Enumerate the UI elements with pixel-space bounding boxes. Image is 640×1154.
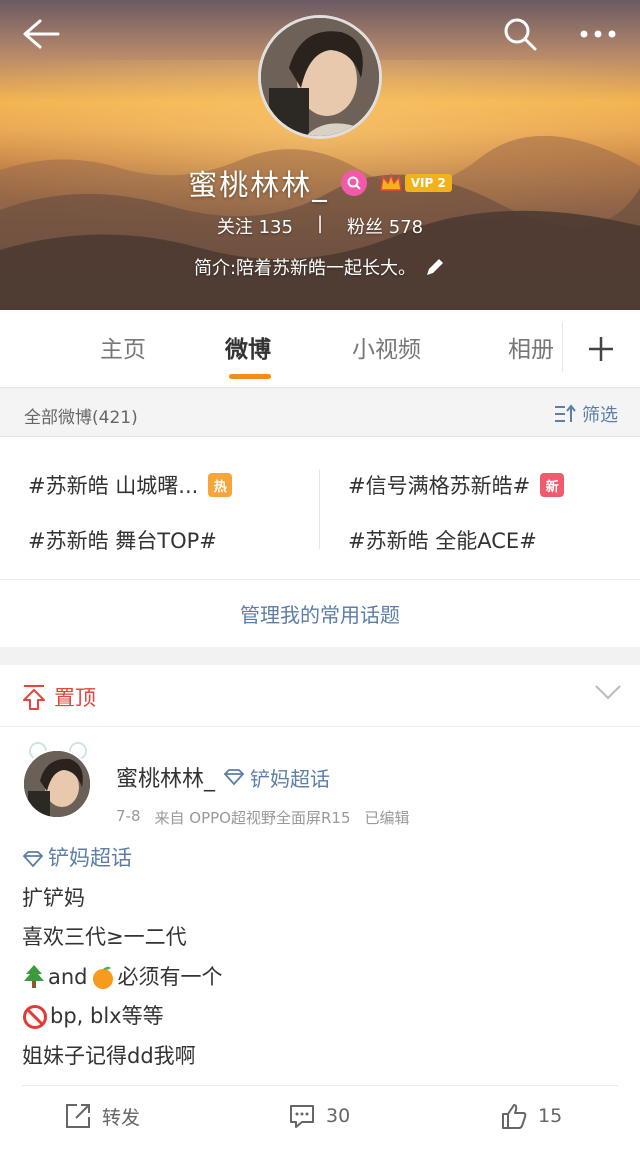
profile-bio: 简介:陪着苏新皓一起长大。 <box>193 258 417 279</box>
tab-weibo[interactable]: 微博 <box>225 330 271 364</box>
all-weibo-count[interactable]: 全部微博(421) <box>24 403 138 428</box>
post-line: bp, blx等等 <box>22 997 622 1037</box>
verify-search-icon[interactable] <box>340 170 367 196</box>
follow-separator: | <box>316 213 324 234</box>
diamond-icon <box>223 769 245 786</box>
comment-button[interactable]: 30 <box>288 1102 350 1130</box>
add-tab-button[interactable] <box>580 328 622 370</box>
pinned-label: 置顶 <box>54 686 96 710</box>
filter-icon <box>555 404 576 422</box>
more-button[interactable] <box>576 12 620 56</box>
manage-topics-link[interactable]: 管理我的常用话题 <box>0 579 640 647</box>
like-count: 15 <box>538 1105 563 1127</box>
filter-label: 筛选 <box>582 405 618 426</box>
active-tab-indicator <box>229 374 271 379</box>
post-line: 姐妹子记得dd我啊 <box>22 1043 196 1068</box>
avatar-photo <box>24 751 90 817</box>
body-supertopic-link[interactable]: 铲妈超话 <box>22 839 622 879</box>
post-edited: 已编辑 <box>364 809 410 827</box>
common-topics: #苏新皓 山城曙... 热 #信号满格苏新皓# 新 #苏新皓 舞台TOP# #苏… <box>0 437 640 579</box>
vip-level: VIP 2 <box>404 174 452 192</box>
repost-button[interactable]: 转发 <box>64 1102 140 1130</box>
post-card: 蜜桃林林_ 铲妈超话 7-8 来自 OPPO超视野全面屏R15 已编辑 铲妈超话… <box>0 727 640 1154</box>
like-button[interactable]: 15 <box>500 1102 562 1130</box>
pin-top-icon <box>23 685 45 710</box>
plus-icon <box>589 337 613 361</box>
post-author[interactable]: 蜜桃林林_ <box>116 761 215 793</box>
vip-badge[interactable]: VIP 2 <box>379 172 452 194</box>
supertopic-link[interactable]: 铲妈超话 <box>223 763 330 792</box>
like-icon <box>502 1104 527 1129</box>
topic-item[interactable]: #苏新皓 全能ACE# <box>348 525 537 555</box>
post-avatar[interactable] <box>22 749 92 819</box>
chevron-down-icon[interactable] <box>594 683 622 701</box>
tab-videos[interactable]: 小视频 <box>352 330 421 364</box>
back-arrow-icon <box>23 19 60 49</box>
topic-item[interactable]: #苏新皓 山城曙... 热 <box>28 470 233 500</box>
profile-name: 蜜桃林林_ <box>188 168 329 202</box>
orange-emoji <box>92 966 113 990</box>
post-line: and 必须有一个 <box>22 958 622 998</box>
repost-icon <box>66 1104 90 1128</box>
post-line: 喜欢三代≥一二代 <box>22 925 187 949</box>
post-date: 7-8 <box>116 807 141 825</box>
filter-bar: 全部微博(421) 筛选 <box>0 389 640 437</box>
crown-icon <box>379 172 402 191</box>
repost-label: 转发 <box>102 1106 141 1129</box>
topic-item[interactable]: #信号满格苏新皓# 新 <box>348 470 565 500</box>
post-source: 来自 OPPO超视野全面屏R15 <box>154 809 351 827</box>
search-icon <box>504 18 537 51</box>
post-line: 扩铲妈 <box>22 885 85 910</box>
filter-button[interactable]: 筛选 <box>554 401 618 427</box>
profile-tabs: 主页 微博 小视频 相册 <box>0 310 640 388</box>
tab-album[interactable]: 相册 <box>508 330 554 364</box>
post-body: 铲妈超话 扩铲妈 喜欢三代≥一二代 and 必须有一个 bp, blx等等 姐妹… <box>22 839 622 1076</box>
edit-pencil-icon[interactable] <box>424 256 446 278</box>
profile-avatar[interactable] <box>258 15 382 139</box>
profile-header: 蜜桃林林_ VIP 2 关注 135 | 粉丝 578 简介:陪着苏新皓一起长大… <box>0 0 640 310</box>
post-meta: 7-8 来自 OPPO超视野全面屏R15 已编辑 <box>116 807 410 828</box>
back-button[interactable] <box>18 12 62 56</box>
tree-emoji <box>24 965 44 989</box>
hot-tag: 热 <box>208 473 233 497</box>
following-count: 135 <box>258 217 293 238</box>
tab-home[interactable]: 主页 <box>100 330 146 364</box>
comment-count: 30 <box>326 1105 351 1127</box>
new-tag: 新 <box>540 473 565 497</box>
followers-count: 578 <box>388 217 424 238</box>
search-button[interactable] <box>498 12 542 56</box>
pinned-header: 置顶 <box>0 665 640 727</box>
following[interactable]: 关注 135 <box>217 213 293 239</box>
diamond-icon <box>22 850 44 868</box>
no-entry-emoji <box>23 1004 47 1029</box>
comment-icon <box>290 1105 314 1128</box>
more-icon <box>580 30 616 38</box>
followers[interactable]: 粉丝 578 <box>347 213 423 239</box>
topic-item[interactable]: #苏新皓 舞台TOP# <box>28 525 217 555</box>
